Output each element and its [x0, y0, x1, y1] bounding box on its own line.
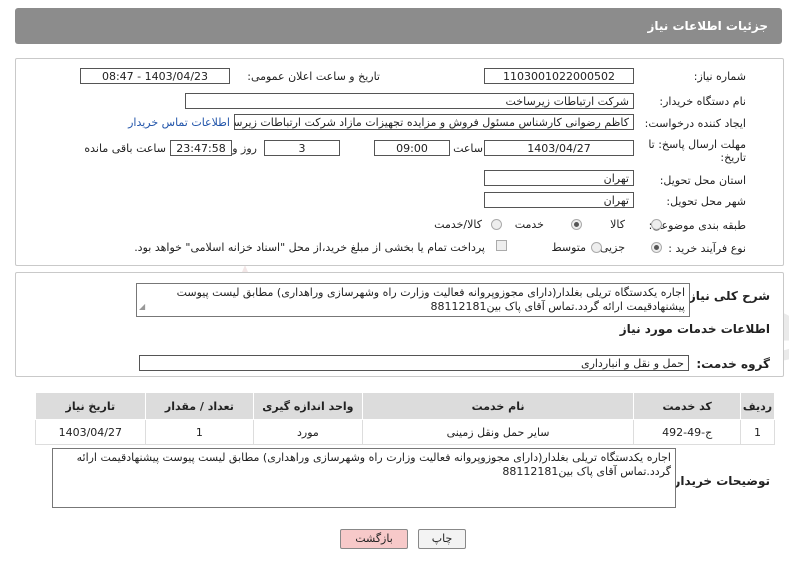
category-option-service: خدمت: [514, 218, 544, 231]
buyer-notes-textarea[interactable]: اجاره یکدستگاه تریلی بغلدار(دارای مجوزوپ…: [52, 448, 676, 508]
province-field[interactable]: تهران: [484, 170, 634, 186]
need-number-label: شماره نیاز:: [693, 70, 746, 83]
services-section-title: اطلاعات خدمات مورد نیاز: [619, 322, 770, 336]
process-radio-medium[interactable]: [591, 242, 602, 253]
column-header-name: نام خدمت: [361, 392, 635, 420]
contact-info-link[interactable]: اطلاعات تماس خریدار: [128, 116, 230, 129]
need-number-field[interactable]: 1103001022000502: [484, 68, 634, 84]
column-header-date: تاریخ نیاز: [35, 392, 146, 420]
cell-name: سایر حمل ونقل زمینی: [361, 419, 635, 445]
column-header-unit: واحد اندازه گیری: [253, 392, 363, 420]
service-group-field[interactable]: حمل و نقل و انبارداری: [139, 355, 689, 371]
buyer-org-label: نام دستگاه خریدار:: [659, 95, 746, 108]
payment-note: پرداخت تمام یا بخشی از مبلغ خرید،از محل …: [134, 241, 485, 254]
category-option-goods-service: کالا/خدمت: [434, 218, 482, 231]
announce-datetime-field[interactable]: 1403/04/23 - 08:47: [80, 68, 230, 84]
treasury-checkbox[interactable]: [496, 240, 507, 251]
cell-unit: مورد: [253, 419, 363, 445]
category-label: طبقه بندی موضوعی:: [648, 219, 746, 232]
cell-qty: 1: [144, 419, 255, 445]
remaining-time-field[interactable]: 23:47:58: [170, 140, 232, 156]
category-radio-goods-service[interactable]: [491, 219, 502, 230]
deadline-time-field[interactable]: 09:00: [374, 140, 450, 156]
summary-textarea[interactable]: اجاره یکدستگاه تریلی بغلدار(دارای مجوزوپ…: [136, 283, 690, 317]
days-field[interactable]: 3: [264, 140, 340, 156]
cell-date: 1403/04/27: [35, 419, 146, 445]
city-field[interactable]: تهران: [484, 192, 634, 208]
creator-field[interactable]: کاظم رضوانی کارشناس مسئول فروش و مزایده …: [234, 114, 634, 130]
cell-index: 1: [739, 419, 776, 445]
time-label: ساعت: [453, 142, 483, 155]
deadline-date-field[interactable]: 1403/04/27: [484, 140, 634, 156]
deadline-label-2: تاریخ:: [720, 151, 746, 164]
process-radio-minor[interactable]: [651, 242, 662, 253]
buyer-org-field[interactable]: شرکت ارتباطات زیرساخت: [185, 93, 634, 109]
summary-label: شرح کلی نیاز:: [684, 289, 770, 303]
category-option-goods: کالا: [610, 218, 625, 231]
buyer-notes-label: توضیحات خریدار:: [668, 474, 770, 488]
cell-code: ج-49-492: [633, 419, 741, 445]
details-panel: [15, 58, 784, 266]
resize-grip-icon[interactable]: ◢: [139, 300, 145, 314]
remaining-label: ساعت باقی مانده: [84, 142, 166, 155]
province-label: استان محل تحویل:: [659, 174, 746, 187]
creator-label: ایجاد کننده درخواست:: [644, 117, 746, 130]
print-button[interactable]: چاپ: [418, 529, 466, 549]
service-group-label: گروه خدمت:: [696, 357, 770, 371]
category-radio-goods[interactable]: [651, 219, 662, 230]
process-option-minor: جزیی: [599, 241, 625, 254]
summary-text: اجاره یکدستگاه تریلی بغلدار(دارای مجوزوپ…: [176, 286, 685, 313]
deadline-label-1: مهلت ارسال پاسخ: تا: [648, 138, 746, 151]
table-header-row: ردیف کد خدمت نام خدمت واحد اندازه گیری ت…: [35, 392, 776, 420]
services-table: ردیف کد خدمت نام خدمت واحد اندازه گیری ت…: [35, 392, 776, 445]
city-label: شهر محل تحویل:: [666, 195, 746, 208]
announce-label: تاریخ و ساعت اعلان عمومی:: [247, 70, 380, 83]
table-row: 1 ج-49-492 سایر حمل ونقل زمینی مورد 1 14…: [35, 419, 776, 445]
buyer-notes-text: اجاره یکدستگاه تریلی بغلدار(دارای مجوزوپ…: [76, 451, 671, 478]
process-option-medium: متوسط: [551, 241, 586, 254]
process-label: نوع فرآیند خرید :: [668, 242, 746, 255]
column-header-code: کد خدمت: [633, 392, 741, 420]
back-button[interactable]: بازگشت: [340, 529, 408, 549]
page-title: جزئیات اطلاعات نیاز: [647, 19, 768, 33]
category-radio-service[interactable]: [571, 219, 582, 230]
page-header: جزئیات اطلاعات نیاز: [15, 8, 782, 44]
column-header-qty: تعداد / مقدار: [144, 392, 255, 420]
column-header-index: ردیف: [739, 392, 776, 420]
days-label: روز و: [232, 142, 257, 155]
